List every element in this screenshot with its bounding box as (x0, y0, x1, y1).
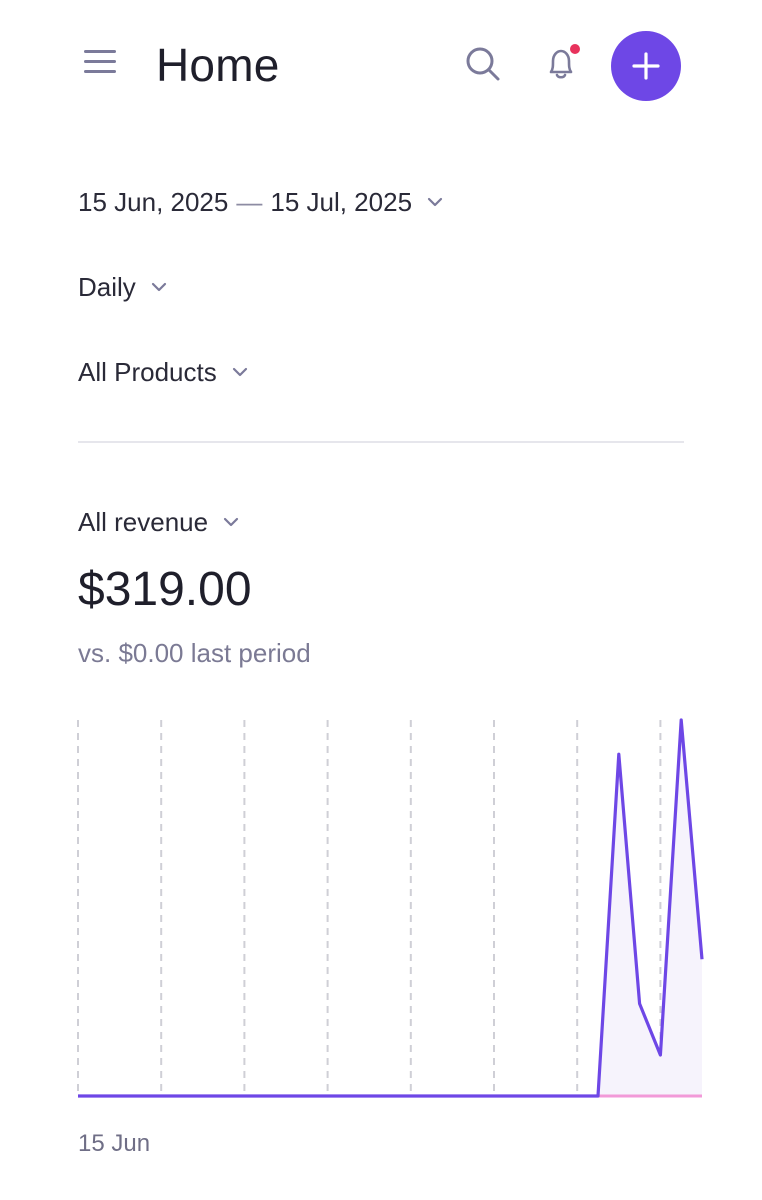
chevron-down-icon (223, 517, 239, 527)
revenue-comparison: vs. $0.00 last period (78, 638, 311, 668)
products-value: All Products (78, 356, 217, 387)
top-bar: Home (0, 0, 762, 130)
plus-icon (632, 52, 660, 80)
home-screen: Home 15 Jun, 2025 — 15 Jul, 2025 Daily A… (0, 0, 762, 1200)
add-button[interactable] (611, 31, 681, 101)
interval-value: Daily (78, 271, 136, 302)
revenue-type-value: All revenue (78, 506, 209, 537)
date-end: 15 Jul, 2025 (270, 186, 413, 217)
revenue-chart[interactable] (0, 700, 762, 1120)
revenue-total: $319.00 (78, 563, 252, 616)
products-select[interactable]: All Products (78, 354, 249, 390)
notification-dot (570, 44, 580, 54)
date-start: 15 Jun, 2025 (78, 186, 229, 217)
x-axis-start-label: 15 Jun (78, 1130, 151, 1157)
page-title: Home (156, 39, 280, 91)
bell-icon[interactable] (540, 42, 584, 86)
chevron-down-icon (232, 367, 247, 377)
revenue-type-select[interactable]: All revenue (78, 504, 240, 540)
chevron-down-icon (427, 197, 443, 207)
divider (78, 441, 684, 443)
chevron-down-icon (151, 282, 166, 292)
interval-select[interactable]: Daily (78, 269, 168, 305)
date-range-select[interactable]: 15 Jun, 2025 — 15 Jul, 2025 (78, 184, 444, 220)
menu-icon[interactable] (82, 44, 118, 78)
date-separator: — (236, 186, 263, 217)
search-icon[interactable] (463, 44, 503, 84)
